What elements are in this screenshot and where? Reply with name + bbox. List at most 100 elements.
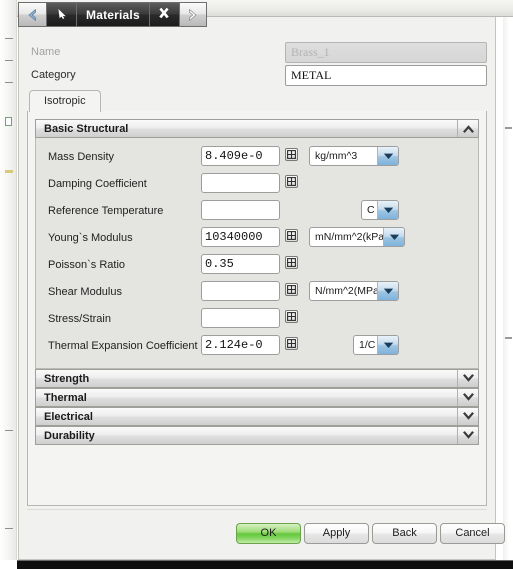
dialog-footer: OK Apply Back Cancel xyxy=(27,509,505,554)
property-label: Stress/Strain xyxy=(48,313,111,325)
back-button[interactable] xyxy=(18,2,46,27)
right-arrow-icon xyxy=(186,8,199,22)
table-grid-icon[interactable] xyxy=(285,229,298,242)
scrollbar-tick xyxy=(505,337,512,339)
background-window-scrollbar[interactable] xyxy=(503,17,513,560)
unit-dropdown-value: kg/mm^3 xyxy=(315,150,358,162)
dialog-title-tab[interactable]: Materials xyxy=(76,2,149,27)
property-row: Thermal Expansion Coefficient 2.124e-0 1/C xyxy=(36,333,478,360)
chevron-down-icon[interactable] xyxy=(457,370,478,387)
section-title: Basic Structural xyxy=(44,122,129,135)
left-arrow-icon xyxy=(26,8,39,22)
property-value-input[interactable]: 8.409e-0 xyxy=(201,146,280,166)
property-value-input[interactable]: 10340000 xyxy=(201,227,280,247)
section-body: Mass Density 8.409e-0 kg/mm^3 Damping Coeff… xyxy=(35,138,479,369)
isotropic-properties-panel: Basic Structural Mass Density 8.409e-0 kg/m… xyxy=(27,111,487,506)
property-value-input[interactable] xyxy=(201,200,280,220)
section-title: Strength xyxy=(44,372,90,385)
property-row: Stress/Strain xyxy=(36,306,478,333)
table-grid-icon[interactable] xyxy=(285,175,298,188)
section-title: Durability xyxy=(44,429,95,442)
property-value-input[interactable]: 2.124e-0 xyxy=(201,335,280,355)
property-value-input[interactable] xyxy=(201,281,280,301)
background-window-statusbar xyxy=(17,560,513,569)
unit-dropdown-value: C xyxy=(367,204,375,216)
category-input[interactable]: METAL xyxy=(285,65,487,86)
unit-dropdown[interactable]: 1/C xyxy=(353,335,399,355)
ok-button[interactable]: OK xyxy=(236,523,301,544)
material-type-tabstrip: Isotropic xyxy=(27,90,487,112)
close-button[interactable] xyxy=(148,2,179,27)
chevron-down-icon[interactable] xyxy=(377,147,398,165)
property-label: Thermal Expansion Coefficient xyxy=(48,340,198,352)
section-header-durability[interactable]: Durability xyxy=(35,426,479,445)
name-input: Brass_1 xyxy=(285,42,487,63)
background-tick xyxy=(5,170,13,173)
section-title: Electrical xyxy=(44,410,93,423)
section-header-thermal[interactable]: Thermal xyxy=(35,388,479,407)
property-label: Young`s Modulus xyxy=(48,232,133,244)
forward-button[interactable] xyxy=(178,2,207,27)
chevron-down-icon[interactable] xyxy=(377,282,398,300)
chevron-down-icon[interactable] xyxy=(457,408,478,425)
property-row: Shear Modulus N/mm^2(MPa) xyxy=(36,279,478,306)
tool-button[interactable] xyxy=(46,2,76,27)
name-row: Name Brass_1 xyxy=(27,42,487,64)
section-header-electrical[interactable]: Electrical xyxy=(35,407,479,426)
materials-dialog: Name Brass_1 Category METAL Isotropic Ba… xyxy=(18,17,505,560)
cancel-button[interactable]: Cancel xyxy=(440,523,505,544)
chevron-down-icon[interactable] xyxy=(383,228,404,246)
background-tick xyxy=(5,430,13,431)
tab-isotropic[interactable]: Isotropic xyxy=(29,90,101,112)
property-row: Poisson`s Ratio 0.35 xyxy=(36,252,478,279)
property-row: Reference Temperature C xyxy=(36,198,478,225)
background-tick xyxy=(5,38,13,39)
chevron-down-icon[interactable] xyxy=(457,427,478,444)
category-row: Category METAL xyxy=(27,65,487,87)
property-row: Young`s Modulus 10340000 mN/mm^2(kPa) xyxy=(36,225,478,252)
dialog-title: Materials xyxy=(86,7,140,22)
scrollbar-tick xyxy=(505,127,512,129)
table-grid-icon[interactable] xyxy=(285,256,298,269)
chevron-down-icon[interactable] xyxy=(377,201,398,219)
section-header-strength[interactable]: Strength xyxy=(35,369,479,388)
unit-dropdown-value: 1/C xyxy=(359,339,376,351)
close-x-icon xyxy=(157,6,171,23)
name-label: Name xyxy=(31,46,61,58)
section-title: Thermal xyxy=(44,391,87,404)
background-tick xyxy=(5,60,13,61)
background-tick xyxy=(5,82,13,83)
unit-dropdown[interactable]: mN/mm^2(kPa) xyxy=(309,227,405,247)
chevron-down-icon[interactable] xyxy=(457,389,478,406)
dialog-titlebar: Materials xyxy=(18,2,207,27)
pointer-arrow-icon xyxy=(55,6,69,23)
property-label: Damping Coefficient xyxy=(48,178,147,190)
unit-dropdown[interactable]: N/mm^2(MPa) xyxy=(309,281,399,301)
section-header-basic-structural[interactable]: Basic Structural xyxy=(35,119,479,138)
property-label: Reference Temperature xyxy=(48,205,164,217)
table-grid-icon[interactable] xyxy=(285,283,298,296)
property-value-input[interactable] xyxy=(201,173,280,193)
table-grid-icon[interactable] xyxy=(285,310,298,323)
chevron-down-icon[interactable] xyxy=(377,336,398,354)
property-label: Shear Modulus xyxy=(48,286,122,298)
property-label: Poisson`s Ratio xyxy=(48,259,126,271)
unit-dropdown[interactable]: kg/mm^3 xyxy=(309,146,399,166)
unit-dropdown[interactable]: C xyxy=(361,200,399,220)
category-label: Category xyxy=(31,69,76,81)
table-grid-icon[interactable] xyxy=(285,148,298,161)
property-value-input[interactable]: 0.35 xyxy=(201,254,280,274)
sections-container: Basic Structural Mass Density 8.409e-0 kg/m… xyxy=(35,119,479,445)
background-window-left-edge xyxy=(0,0,17,560)
back-button[interactable]: Back xyxy=(372,523,437,544)
background-tick xyxy=(5,528,13,529)
property-value-input[interactable] xyxy=(201,308,280,328)
property-row: Mass Density 8.409e-0 kg/mm^3 xyxy=(36,144,478,171)
chevron-up-icon[interactable] xyxy=(457,120,478,137)
property-label: Mass Density xyxy=(48,151,115,163)
property-row: Damping Coefficient xyxy=(36,171,478,198)
unit-dropdown-value: mN/mm^2(kPa) xyxy=(315,231,383,243)
table-grid-icon[interactable] xyxy=(285,337,298,350)
background-checkbox xyxy=(5,117,12,126)
apply-button[interactable]: Apply xyxy=(304,523,369,544)
